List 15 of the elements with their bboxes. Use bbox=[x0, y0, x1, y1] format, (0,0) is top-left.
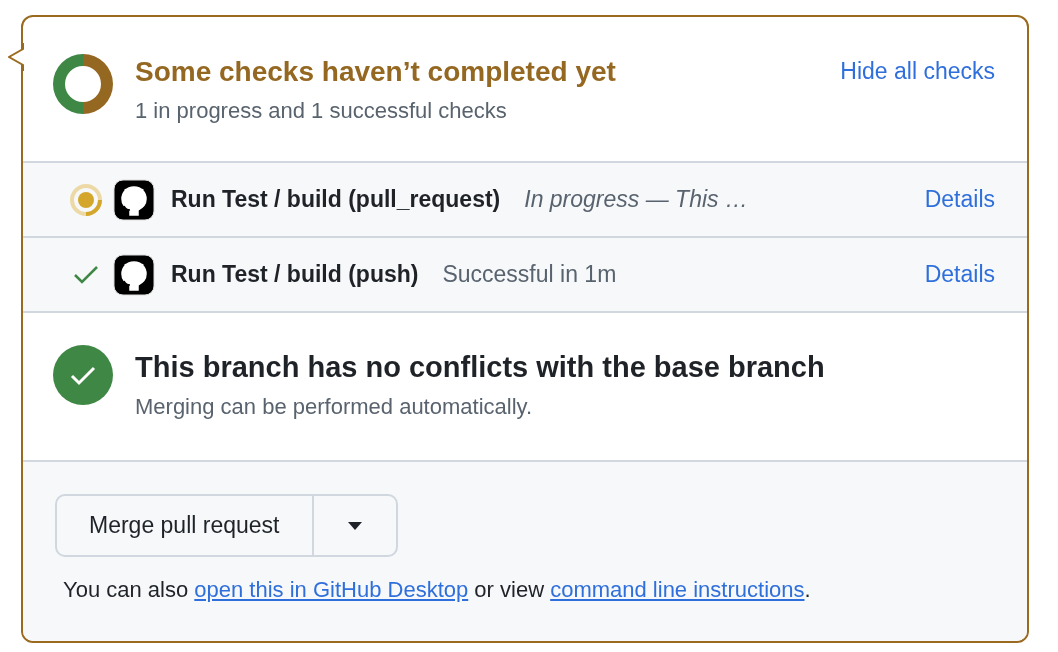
check-name: Run Test / build (pull_request) bbox=[171, 186, 501, 213]
hint-link[interactable]: open this in GitHub Desktop bbox=[194, 577, 469, 602]
merge-status-note: Merging can be performed automatically. bbox=[135, 394, 533, 420]
merge-button[interactable]: Merge pull request bbox=[55, 494, 314, 557]
hide-checks-link[interactable]: Hide all checks bbox=[840, 58, 995, 85]
hint-link[interactable]: command line instructions bbox=[550, 577, 805, 602]
checks-summary: 1 in progress and 1 successful checks bbox=[135, 98, 508, 124]
merge-status-title: This branch has no conflicts with the base branch bbox=[135, 351, 826, 384]
details-link[interactable]: Details bbox=[924, 261, 995, 288]
checks-title: Some checks haven’t completed yet bbox=[135, 56, 617, 88]
merge-hint: You can also open this in GitHub Desktop or view command line instructions. bbox=[63, 577, 812, 603]
details-link[interactable]: Details bbox=[924, 186, 995, 213]
check-name: Run Test / build (push) bbox=[171, 261, 419, 288]
check-description: In progress — This … bbox=[524, 186, 749, 213]
check-description: Successful in 1m bbox=[442, 261, 618, 288]
